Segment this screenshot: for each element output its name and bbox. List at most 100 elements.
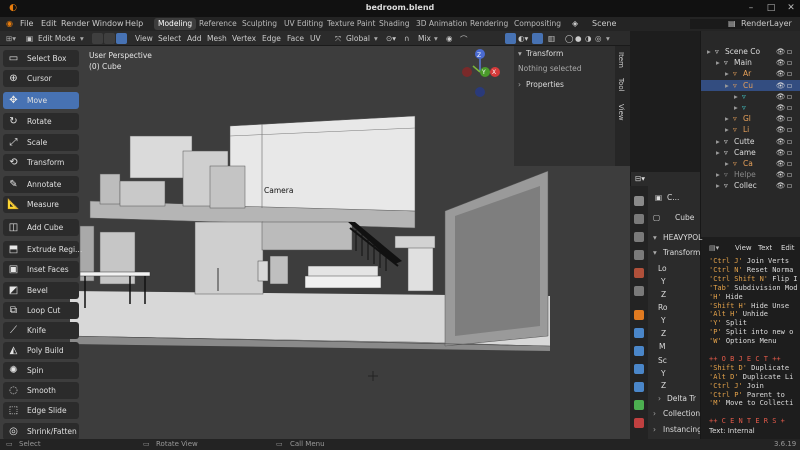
chevron-down-icon[interactable]: ▾	[653, 233, 657, 242]
falloff-icon[interactable]: ⌒	[460, 34, 468, 45]
menu-vertex[interactable]: Vertex	[232, 34, 256, 43]
material-tab-icon[interactable]	[634, 418, 644, 428]
maximize-icon[interactable]: □	[764, 3, 778, 13]
overlays-toggle-icon[interactable]	[532, 33, 543, 44]
visibility-icon[interactable]: 👁	[776, 125, 786, 134]
visibility-icon[interactable]: 👁	[776, 148, 786, 157]
tab-sculpting[interactable]: Sculpting	[238, 18, 281, 30]
render-toggle-icon[interactable]: ▫	[787, 114, 792, 123]
shading-solid-icon[interactable]: ●	[575, 34, 582, 43]
tool-knife[interactable]: ⟋ Knife	[3, 322, 79, 339]
visibility-icon[interactable]: 👁	[776, 114, 786, 123]
render-toggle-icon[interactable]: ▫	[787, 170, 792, 179]
collection-section-title[interactable]: Collection	[663, 409, 700, 418]
outliner-row[interactable]: ▸ ▿ Helpe 👁 ▫	[701, 169, 800, 180]
instancing-section-title[interactable]: Instancing	[663, 425, 702, 434]
edge-select-icon[interactable]	[104, 33, 115, 44]
properties-editor-icon[interactable]: ⊟▾	[635, 174, 645, 183]
render-toggle-icon[interactable]: ▫	[787, 58, 792, 67]
tab-rendering[interactable]: Rendering	[466, 18, 512, 30]
chevron-right-icon[interactable]: ▸	[725, 125, 729, 134]
visibility-icon[interactable]: 👁	[776, 47, 786, 56]
tab-shading[interactable]: Shading	[375, 18, 413, 30]
pivot-icon[interactable]: ⊙▾	[386, 34, 396, 43]
outliner-row[interactable]: ▸ ▿ Collec 👁 ▫	[701, 180, 800, 191]
chevron-right-icon[interactable]: ▸	[725, 159, 729, 168]
modifier-tab-icon[interactable]	[634, 328, 644, 338]
tool-scale[interactable]: ⤢ Scale	[3, 134, 79, 151]
tab-tool[interactable]: Tool	[617, 78, 625, 92]
menu-add[interactable]: Add	[187, 34, 202, 43]
menu-face[interactable]: Face	[287, 34, 304, 43]
chevron-right-icon[interactable]: ▸	[716, 181, 720, 190]
tab-reference[interactable]: Reference	[195, 18, 241, 30]
modifier-panel-title[interactable]: HEAVYPOL	[663, 233, 702, 242]
render-toggle-icon[interactable]: ▫	[787, 181, 792, 190]
chevron-right-icon[interactable]: ▸	[716, 137, 720, 146]
outliner-row[interactable]: ▸ ▿ Ar 👁 ▫	[701, 68, 800, 79]
object-tab-icon[interactable]	[634, 310, 644, 320]
menu-mesh[interactable]: Mesh	[207, 34, 227, 43]
physics-tab-icon[interactable]	[634, 364, 644, 374]
tool-smooth[interactable]: ◌ Smooth	[3, 382, 79, 399]
tab-uv-editing[interactable]: UV Editing	[280, 18, 327, 30]
chevron-right-icon[interactable]: ›	[658, 394, 661, 403]
outliner-row[interactable]: ▸ ▿ Cutte 👁 ▫	[701, 136, 800, 147]
chevron-right-icon[interactable]: ▸	[725, 114, 729, 123]
visibility-icon[interactable]: 👁	[776, 81, 786, 90]
tool-measure[interactable]: 📐 Measure	[3, 196, 79, 213]
chevron-right-icon[interactable]: ▸	[716, 148, 720, 157]
chevron-right-icon[interactable]: ▸	[734, 103, 738, 112]
mode-selector[interactable]: Edit Mode	[38, 34, 75, 43]
gizmo-toggle-icon[interactable]	[505, 33, 516, 44]
render-tab-icon[interactable]	[634, 214, 644, 224]
outliner-row[interactable]: ▸ ▿ Ca 👁 ▫	[701, 158, 800, 169]
render-toggle-icon[interactable]: ▫	[787, 125, 792, 134]
menu-render[interactable]: Render	[61, 19, 89, 28]
tool-inset[interactable]: ▣ Inset Faces	[3, 261, 79, 278]
constraints-tab-icon[interactable]	[634, 382, 644, 392]
tab-item[interactable]: Item	[617, 52, 625, 68]
menu-view[interactable]: View	[735, 244, 752, 252]
close-icon[interactable]: ✕	[784, 3, 798, 13]
overlay-icon[interactable]: ◐▾	[518, 34, 528, 43]
outliner-row[interactable]: ▸ ▿ 👁 ▫	[701, 91, 800, 102]
chevron-down-icon[interactable]: ▾	[518, 49, 522, 58]
tool-cursor[interactable]: ⊕ Cursor	[3, 70, 79, 87]
outliner-row[interactable]: ▸ ▿ Cu 👁 ▫	[701, 79, 800, 91]
delta-transform-title[interactable]: Delta Tr	[667, 394, 696, 403]
chevron-right-icon[interactable]: ›	[653, 409, 656, 418]
visibility-icon[interactable]: 👁	[776, 137, 786, 146]
transform-panel-title[interactable]: Transform	[526, 49, 563, 58]
render-toggle-icon[interactable]: ▫	[787, 159, 792, 168]
tab-3d-animation[interactable]: 3D Animation	[412, 18, 471, 30]
outliner-row[interactable]: ▸ ▿ Gl 👁 ▫	[701, 113, 800, 124]
menu-edit[interactable]: Edit	[781, 244, 795, 252]
shading-wireframe-icon[interactable]: ◯	[565, 34, 573, 43]
render-toggle-icon[interactable]: ▫	[787, 103, 792, 112]
minimize-icon[interactable]: –	[744, 3, 758, 13]
menu-text[interactable]: Text	[758, 244, 772, 252]
tool-shrink[interactable]: ◎ Shrink/Fatten	[3, 423, 79, 440]
chevron-right-icon[interactable]: ›	[653, 425, 656, 434]
render-toggle-icon[interactable]: ▫	[787, 148, 792, 157]
menu-file[interactable]: File	[20, 19, 33, 28]
tool-bevel[interactable]: ◩ Bevel	[3, 282, 79, 299]
tool-move[interactable]: ✥ Move	[3, 92, 79, 109]
menu-select[interactable]: Select	[158, 34, 181, 43]
orientation-selector[interactable]: Global	[346, 34, 370, 43]
menu-window[interactable]: Window	[92, 19, 124, 28]
visibility-icon[interactable]: 👁	[776, 69, 786, 78]
visibility-icon[interactable]: 👁	[776, 181, 786, 190]
scene-selector[interactable]: Scene	[592, 19, 616, 28]
tool-tab-icon[interactable]	[634, 196, 644, 206]
view-layer-tab-icon[interactable]	[634, 250, 644, 260]
tab-modeling[interactable]: Modeling	[154, 18, 197, 30]
outliner-row[interactable]: ▸ ▿ Main 👁 ▫	[701, 57, 800, 68]
data-tab-icon[interactable]	[634, 400, 644, 410]
tool-extrude[interactable]: ⬒ Extrude Regi...	[3, 241, 82, 258]
chevron-right-icon[interactable]: ▸	[725, 69, 729, 78]
tool-transform[interactable]: ⟲ Transform	[3, 154, 79, 171]
shading-rendered-icon[interactable]: ◎	[595, 34, 602, 43]
vertex-select-icon[interactable]	[92, 33, 103, 44]
